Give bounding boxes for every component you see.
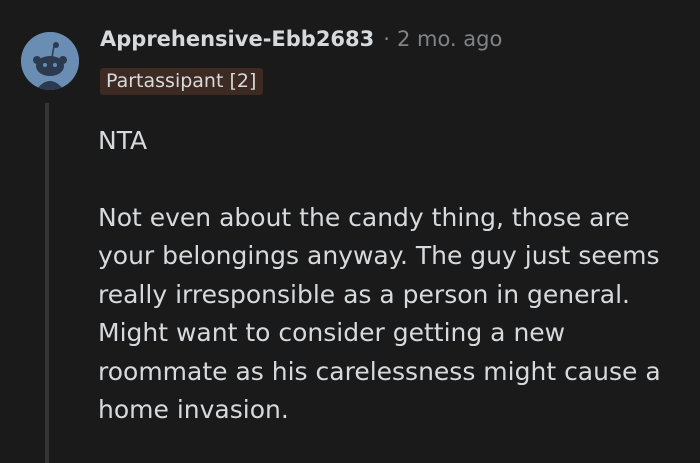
meta-separator: · [383, 27, 390, 51]
user-avatar[interactable] [21, 32, 79, 90]
comment-header: Apprehensive-Ebb2683 · 2 mo. ago [100, 27, 502, 51]
thread-line[interactable] [45, 103, 49, 463]
comment-body: NTA Not even about the candy thing, thos… [98, 122, 688, 430]
comment-paragraph: NTA [98, 126, 148, 155]
comment-timestamp[interactable]: 2 mo. ago [397, 27, 502, 51]
user-flair: Partassipant [2] [100, 68, 264, 95]
comment-paragraph: Not even about the candy thing, those ar… [98, 202, 661, 425]
snoo-avatar-icon [21, 32, 79, 90]
comment-author[interactable]: Apprehensive-Ebb2683 [100, 27, 374, 51]
